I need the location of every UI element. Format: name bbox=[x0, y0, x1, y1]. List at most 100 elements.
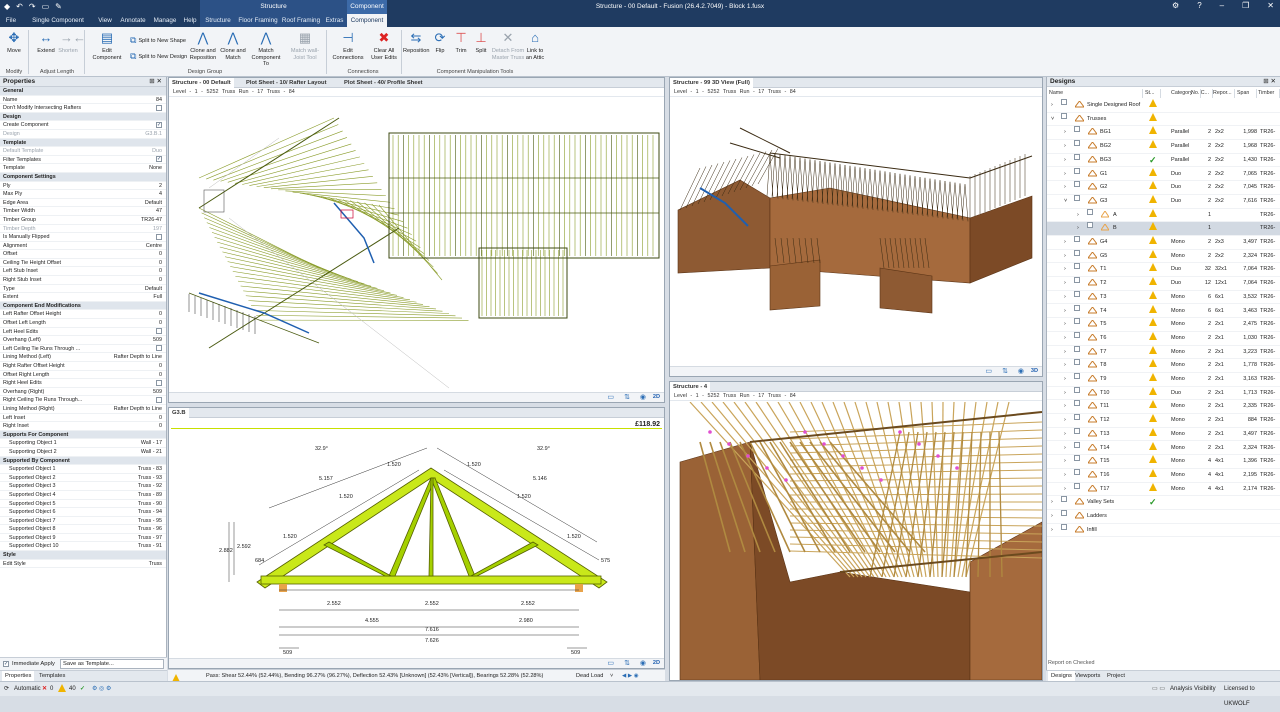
expand-chevron-icon[interactable]: › bbox=[1064, 263, 1066, 277]
match-component-button[interactable]: ⋀Match Component To bbox=[248, 30, 284, 68]
expand-chevron-icon[interactable]: › bbox=[1064, 359, 1066, 373]
property-value[interactable]: Duo bbox=[152, 147, 162, 156]
property-checkbox[interactable] bbox=[156, 396, 162, 405]
expand-chevron-icon[interactable]: › bbox=[1051, 496, 1053, 510]
edit-connections-button[interactable]: ⊣Edit Connections bbox=[328, 30, 368, 61]
expand-chevron-icon[interactable]: › bbox=[1064, 483, 1066, 497]
property-row[interactable]: Supported Object 8Truss - 96 bbox=[0, 525, 166, 534]
expand-chevron-icon[interactable]: ˅ bbox=[1064, 195, 1067, 209]
property-row[interactable]: Left Inset0 bbox=[0, 414, 166, 423]
property-value[interactable]: Truss - 97 bbox=[138, 534, 162, 543]
property-row[interactable]: Right Stub Inset0 bbox=[0, 276, 166, 285]
property-value[interactable]: 0 bbox=[159, 267, 162, 276]
property-row[interactable]: TemplateNone bbox=[0, 164, 166, 173]
property-value[interactable]: 2 bbox=[159, 182, 162, 191]
property-row[interactable]: Supported Object 6Truss - 94 bbox=[0, 508, 166, 517]
split-new-shape-button[interactable]: ⧉Split to New Shape bbox=[130, 35, 186, 46]
property-checkbox[interactable] bbox=[156, 345, 162, 354]
property-row[interactable]: Left Stub Inset0 bbox=[0, 267, 166, 276]
tab-extras[interactable]: Extras bbox=[322, 14, 347, 27]
design-row[interactable]: ›BG2Parallel22x21,968TR26- bbox=[1047, 140, 1280, 154]
maximize-icon[interactable]: ❐ bbox=[1242, 1, 1249, 10]
property-value[interactable]: Truss - 95 bbox=[138, 517, 162, 526]
tab-annotate[interactable]: Annotate bbox=[116, 14, 150, 27]
property-value[interactable]: G3.B.1 bbox=[145, 130, 162, 139]
property-value[interactable]: Truss - 89 bbox=[138, 491, 162, 500]
property-row[interactable]: Left Rafter Offset Height0 bbox=[0, 310, 166, 319]
property-row[interactable]: Offset Right Length0 bbox=[0, 371, 166, 380]
view-3d-full[interactable]: Structure - 99 3D View (Full) Level - 1 … bbox=[669, 77, 1043, 377]
expand-chevron-icon[interactable]: › bbox=[1064, 373, 1066, 387]
expand-chevron-icon[interactable]: › bbox=[1064, 236, 1066, 250]
design-row[interactable]: ›T11Mono22x12,335TR26- bbox=[1047, 400, 1280, 414]
view-truss-profile[interactable]: G3.B £118.92 32.9° bbox=[168, 407, 665, 669]
property-row[interactable]: AlignmentCentre bbox=[0, 242, 166, 251]
property-value[interactable]: Wall - 17 bbox=[141, 439, 162, 448]
design-row[interactable]: ›A1TR26- bbox=[1047, 209, 1280, 223]
panel-pin-icon[interactable]: ⊞ ✕ bbox=[1263, 77, 1276, 87]
property-value[interactable]: 0 bbox=[159, 319, 162, 328]
property-checkbox[interactable]: ✓ bbox=[156, 156, 162, 165]
expand-chevron-icon[interactable]: › bbox=[1064, 332, 1066, 346]
property-row[interactable]: Ply2 bbox=[0, 182, 166, 191]
expand-chevron-icon[interactable]: › bbox=[1064, 168, 1066, 182]
property-row[interactable]: Offset0 bbox=[0, 250, 166, 259]
design-row[interactable]: ›T12Mono22x1884TR26- bbox=[1047, 414, 1280, 428]
design-row[interactable]: ›T5Mono22x12,475TR26- bbox=[1047, 318, 1280, 332]
tab-single-component-design[interactable]: Single Component Design bbox=[22, 14, 94, 27]
design-row[interactable]: ›Infill bbox=[1047, 524, 1280, 538]
visibility-icon[interactable]: ◉ bbox=[640, 659, 646, 667]
expand-chevron-icon[interactable]: › bbox=[1064, 346, 1066, 360]
property-value[interactable]: Truss - 90 bbox=[138, 500, 162, 509]
property-row[interactable]: Supported Object 7Truss - 95 bbox=[0, 517, 166, 526]
design-row[interactable]: ›BG1Parallel22x21,998TR26- bbox=[1047, 126, 1280, 140]
design-row[interactable]: ›G2Duo22x27,045TR26- bbox=[1047, 181, 1280, 195]
property-value[interactable]: Rafter Depth to Line bbox=[114, 405, 162, 414]
reposition-button[interactable]: ⇆Reposition bbox=[403, 30, 429, 55]
property-row[interactable]: Supporting Object 1Wall - 17 bbox=[0, 439, 166, 448]
expand-chevron-icon[interactable]: › bbox=[1064, 154, 1066, 168]
visibility-icon[interactable]: ◉ bbox=[640, 393, 646, 401]
property-value[interactable]: 0 bbox=[159, 250, 162, 259]
property-value[interactable]: None bbox=[149, 164, 162, 173]
design-row[interactable]: ›G5Mono22x22,324TR26- bbox=[1047, 250, 1280, 264]
property-row[interactable]: DesignG3.B.1 bbox=[0, 130, 166, 139]
close-icon[interactable]: ✕ bbox=[1267, 1, 1274, 10]
property-row[interactable]: Timber Depth197 bbox=[0, 225, 166, 234]
expand-chevron-icon[interactable]: › bbox=[1064, 318, 1066, 332]
extend-button[interactable]: ↔Extend bbox=[34, 30, 58, 55]
property-value[interactable]: 509 bbox=[153, 388, 162, 397]
expand-chevron-icon[interactable]: › bbox=[1077, 209, 1079, 223]
tab-structure[interactable]: Structure bbox=[200, 14, 236, 27]
design-row[interactable]: ›T7Mono22x13,223TR26- bbox=[1047, 346, 1280, 360]
tab-component[interactable]: Component bbox=[347, 14, 387, 27]
tab-structure-default[interactable]: Structure - 00 Default bbox=[169, 78, 234, 88]
property-value[interactable]: 0 bbox=[159, 276, 162, 285]
property-row[interactable]: Right Rafter Offset Height0 bbox=[0, 362, 166, 371]
edit-component-button[interactable]: ▤Edit Component bbox=[87, 30, 127, 61]
design-row[interactable]: ›T13Mono22x13,497TR26- bbox=[1047, 428, 1280, 442]
property-row[interactable]: Max Ply4 bbox=[0, 190, 166, 199]
view-mode-2d[interactable]: 2D bbox=[653, 394, 660, 400]
view-camera-icon[interactable]: ▭ bbox=[985, 367, 992, 375]
property-row[interactable]: Default TemplateDuo bbox=[0, 147, 166, 156]
expand-chevron-icon[interactable]: › bbox=[1064, 181, 1066, 195]
property-row[interactable]: Timber Width47 bbox=[0, 207, 166, 216]
tab-manage[interactable]: Manage bbox=[150, 14, 180, 27]
property-row[interactable]: Don't Modify Intersecting Rafters bbox=[0, 104, 166, 113]
design-row[interactable]: ›BG3✓Parallel22x21,430TR26- bbox=[1047, 154, 1280, 168]
property-value[interactable]: 0 bbox=[159, 422, 162, 431]
shorten-button[interactable]: →←Shorten bbox=[56, 30, 80, 55]
redo-icon[interactable]: ↷ bbox=[29, 2, 36, 11]
property-row[interactable]: Right Heel Edits bbox=[0, 379, 166, 388]
property-row[interactable]: Supported Object 1Truss - 83 bbox=[0, 465, 166, 474]
expand-chevron-icon[interactable]: › bbox=[1064, 442, 1066, 456]
property-row[interactable]: Edge AreaDefault bbox=[0, 199, 166, 208]
design-row[interactable]: ›Single Designed Roof bbox=[1047, 99, 1280, 113]
settings-icon[interactable]: ⚙ bbox=[1172, 1, 1179, 10]
view-camera-icon[interactable]: ▭ bbox=[607, 393, 614, 401]
view-plan[interactable]: Structure - 00 Default Plot Sheet - 10/ … bbox=[168, 77, 665, 403]
split-button[interactable]: ⊥Split bbox=[472, 30, 490, 55]
tab-structure-4[interactable]: Structure - 4 bbox=[670, 382, 710, 392]
analysis-visibility[interactable]: Analysis Visibility bbox=[1170, 682, 1216, 697]
